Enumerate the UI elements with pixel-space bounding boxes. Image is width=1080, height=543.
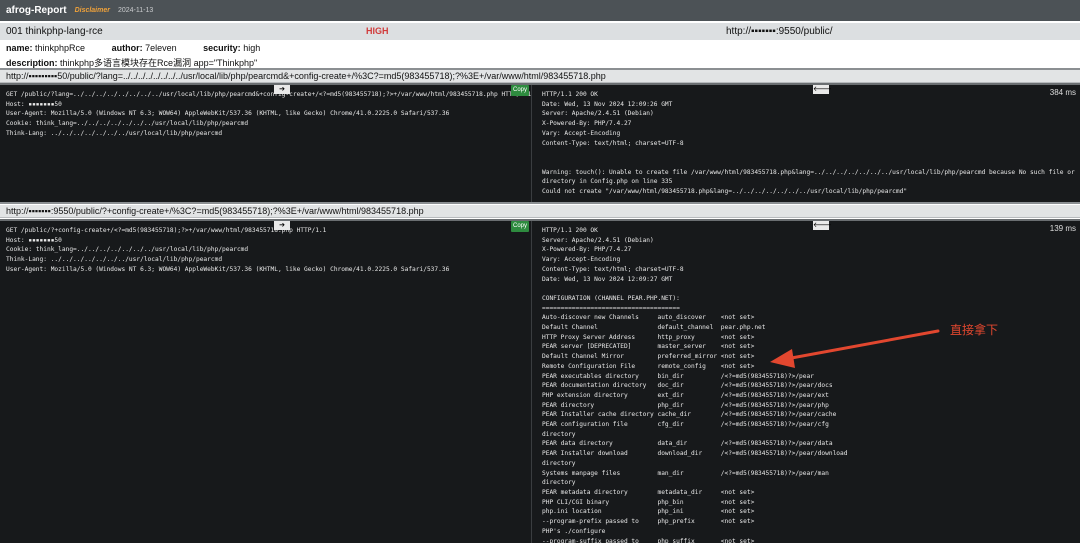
arrow-left-icon: 🡐: [813, 85, 832, 94]
response-time-2: 139 ms: [1049, 224, 1076, 233]
author-label: author:: [111, 43, 143, 53]
request-pane-2: GET /public/?+config-create+/<?=md5(9834…: [0, 221, 532, 543]
copy-button-1[interactable]: Copy: [511, 85, 529, 96]
response-pane-2: HTTP/1.1 200 OK Server: Apache/2.4.51 (D…: [534, 221, 1080, 543]
severity-badge: HIGH: [366, 26, 389, 36]
vuln-id-name: 001 thinkphp-lang-rce: [6, 26, 103, 37]
request-url-2[interactable]: http://▪▪▪▪▪▪▪:9550/public/?+config-crea…: [0, 205, 1080, 218]
request-url-1[interactable]: http://▪▪▪▪▪▪▪▪▪50/public/?lang=../../..…: [0, 70, 1080, 83]
name-label: name:: [6, 43, 33, 53]
annotation-text: 直接拿下: [950, 323, 999, 337]
disclaimer-link[interactable]: Disclaimer: [75, 7, 110, 14]
request-pane-1: GET /public/?lang=../../../../../../../.…: [0, 85, 532, 202]
arrow-left-icon: 🡐: [813, 221, 832, 230]
arrow-right-icon: ➔: [274, 85, 290, 94]
request-panel-1: GET /public/?lang=../../../../../../../.…: [0, 83, 1080, 202]
divider: [0, 202, 1080, 204]
name-value: thinkphpRce: [35, 43, 86, 53]
response-time-1: 384 ms: [1049, 88, 1076, 97]
report-header: afrog-Report Disclaimer 2024-11-13: [0, 0, 1080, 21]
request-text-2[interactable]: GET /public/?+config-create+/<?=md5(9834…: [6, 226, 449, 275]
report-date: 2024-11-13: [117, 7, 154, 14]
target-url[interactable]: http://▪▪▪▪▪▪▪:9550/public/: [726, 26, 833, 37]
security-value: high: [243, 43, 261, 53]
vuln-summary-row[interactable]: 001 thinkphp-lang-rce HIGH http://▪▪▪▪▪▪…: [0, 23, 1080, 40]
response-text-2[interactable]: HTTP/1.1 200 OK Server: Apache/2.4.51 (D…: [542, 226, 847, 543]
copy-button-2[interactable]: Copy: [511, 221, 529, 232]
description-value: thinkphp多语言模块存在Rce漏洞 app="Thinkphp": [60, 58, 258, 68]
security-label: security:: [203, 43, 241, 53]
request-panel-2: GET /public/?+config-create+/<?=md5(9834…: [0, 219, 1080, 543]
request-text-1[interactable]: GET /public/?lang=../../../../../../../.…: [6, 90, 531, 139]
app-title: afrog-Report: [6, 5, 67, 16]
response-text-1[interactable]: HTTP/1.1 200 OK Date: Wed, 13 Nov 2024 1…: [542, 90, 1075, 197]
vuln-meta: name: thinkphpRce author: 7eleven securi…: [6, 43, 284, 53]
description-label: description:: [6, 58, 58, 68]
arrow-right-icon: ➔: [274, 221, 290, 230]
author-value: 7eleven: [145, 43, 177, 53]
response-pane-1: HTTP/1.1 200 OK Date: Wed, 13 Nov 2024 1…: [534, 85, 1080, 202]
